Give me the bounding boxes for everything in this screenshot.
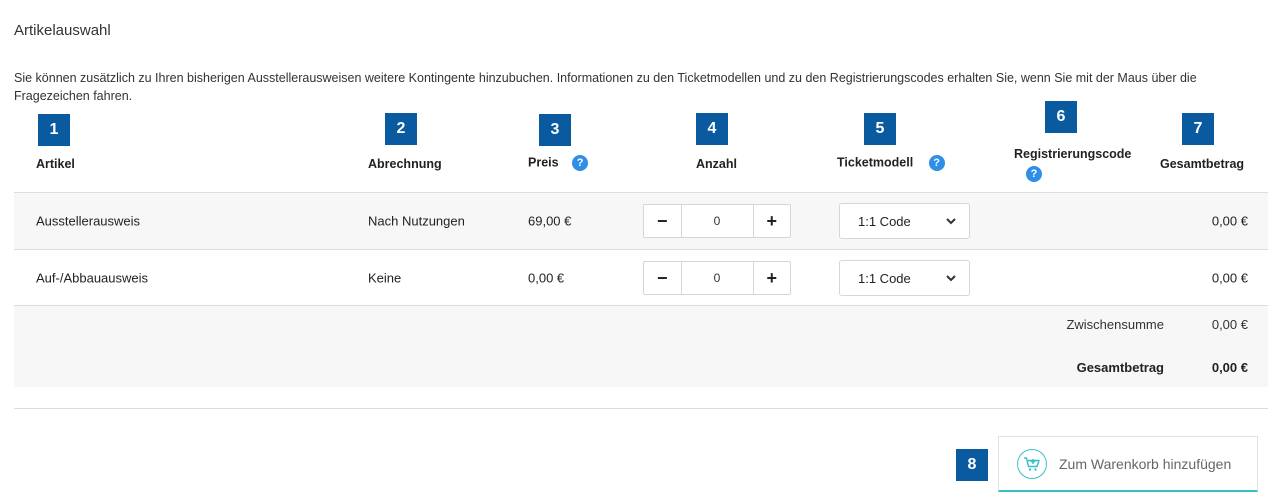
row-preis: 0,00 € [528, 270, 565, 286]
question-circle-icon[interactable]: ? [572, 155, 589, 171]
total-value: 0,00 € [1211, 360, 1248, 375]
row-abrechnung: Keine [368, 270, 402, 286]
quantity-input[interactable]: 0 [680, 262, 754, 294]
total-label: Gesamtbetrag [1076, 360, 1164, 375]
quantity-stepper: − 0 + [643, 261, 791, 295]
row-preis: 69,00 € [528, 213, 572, 229]
row-artikel: Auf-/Abbauausweis [36, 270, 149, 286]
badge-1: 1 [38, 114, 70, 146]
row-abrechnung: Nach Nutzungen [368, 213, 465, 229]
column-header-artikel: Artikel [36, 157, 75, 171]
chevron-down-icon [946, 275, 956, 282]
cart-add-icon [1017, 448, 1047, 479]
column-header-ticketmodell-label: Ticketmodell [837, 155, 914, 170]
ticketmodell-select-value: 1:1 Code [858, 213, 911, 229]
add-to-cart-label: Zum Warenkorb hinzufügen [1059, 455, 1232, 472]
question-circle-icon[interactable]: ? [1026, 166, 1042, 182]
section-title: Artikelauswahl [14, 22, 111, 39]
column-header-gesamtbetrag: Gesamtbetrag [1160, 157, 1245, 171]
badge-5: 5 [864, 113, 896, 145]
row-gesamtbetrag: 0,00 € [1211, 270, 1248, 286]
subtotal-label: Zwischensumme [1066, 317, 1164, 332]
row-gesamtbetrag: 0,00 € [1211, 213, 1248, 229]
summary-block: Zwischensumme 0,00 € Gesamtbetrag 0,00 € [14, 306, 1268, 387]
add-to-cart-button[interactable]: Zum Warenkorb hinzufügen [998, 436, 1258, 492]
column-header-preis: Preis ? [528, 155, 589, 171]
ticketmodell-select-value: 1:1 Code [858, 270, 911, 286]
increment-button[interactable]: + [754, 262, 791, 294]
chevron-down-icon [946, 218, 956, 225]
badge-3: 3 [539, 114, 571, 146]
column-header-abrechnung: Abrechnung [368, 157, 442, 171]
row-artikel: Ausstellerausweis [36, 213, 141, 229]
badge-7: 7 [1182, 113, 1214, 145]
decrement-button[interactable]: − [644, 205, 681, 237]
badge-6: 6 [1045, 101, 1077, 133]
column-header-preis-label: Preis [528, 155, 559, 170]
subtotal-value: 0,00 € [1211, 317, 1248, 332]
table-row: Auf-/Abbauausweis Keine 0,00 € − 0 + 1:1… [14, 250, 1268, 306]
badge-4: 4 [696, 113, 728, 145]
ticketmodell-select[interactable]: 1:1 Code [839, 260, 970, 296]
column-header-ticketmodell: Ticketmodell ? [837, 155, 945, 171]
quantity-input[interactable]: 0 [680, 205, 754, 237]
section-divider [14, 408, 1268, 409]
quantity-stepper: − 0 + [643, 204, 791, 238]
column-header-anzahl: Anzahl [696, 157, 737, 171]
question-circle-icon[interactable]: ? [928, 155, 945, 171]
decrement-button[interactable]: − [644, 262, 681, 294]
badge-2: 2 [385, 113, 417, 145]
intro-text: Sie können zusätzlich zu Ihren bisherige… [14, 71, 1197, 103]
ticketmodell-select[interactable]: 1:1 Code [839, 203, 970, 239]
badge-8: 8 [956, 449, 988, 481]
increment-button[interactable]: + [754, 205, 791, 237]
column-header-registrierungscode: Registrierungscode [1014, 147, 1132, 161]
table-row: Ausstellerausweis Nach Nutzungen 69,00 €… [14, 193, 1268, 249]
